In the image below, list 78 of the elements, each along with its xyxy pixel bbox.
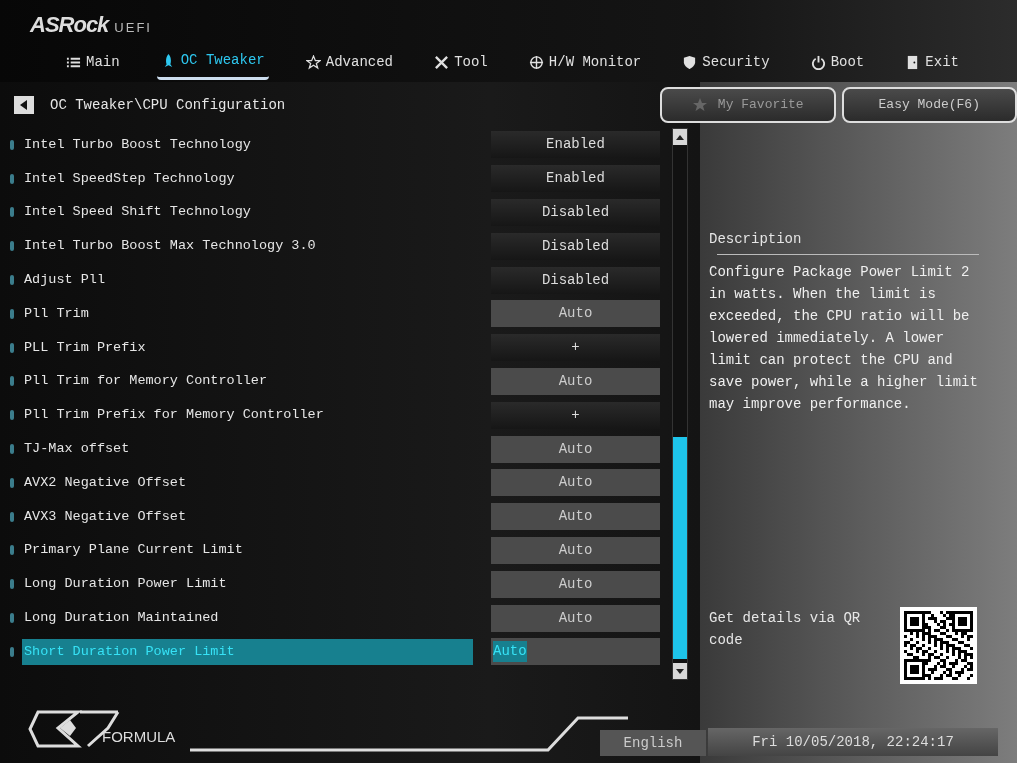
- back-arrow-icon: [20, 100, 28, 110]
- back-button[interactable]: [14, 96, 34, 114]
- language-button[interactable]: English: [600, 730, 706, 756]
- info-marker-icon: [10, 241, 14, 252]
- menu-tab[interactable]: Security: [678, 48, 774, 80]
- info-marker-icon: [10, 342, 14, 353]
- setting-label[interactable]: Intel SpeedStep Technology: [22, 166, 239, 191]
- info-marker-icon: [10, 444, 14, 455]
- menu-tab[interactable]: Advanced: [301, 48, 398, 80]
- setting-label[interactable]: Intel Turbo Boost Technology: [22, 132, 255, 157]
- setting-label[interactable]: Long Duration Maintained: [22, 605, 223, 631]
- setting-label[interactable]: PLL Trim Prefix: [22, 335, 150, 360]
- menu-tab[interactable]: OC Tweaker: [156, 48, 269, 80]
- info-marker-icon: [10, 545, 14, 556]
- info-marker-icon: [10, 173, 14, 184]
- qr-hint: Get details via QR code: [709, 609, 862, 650]
- setting-label[interactable]: Long Duration Power Limit: [22, 572, 231, 597]
- option-selector[interactable]: +: [491, 401, 660, 429]
- setting-label[interactable]: Pll Trim Prefix for Memory Controller: [22, 403, 328, 428]
- info-marker-icon: [10, 477, 14, 488]
- star-icon: [305, 54, 321, 70]
- description-title: Description: [709, 230, 803, 249]
- menu-tab[interactable]: Exit: [901, 48, 963, 80]
- value-field[interactable]: Auto: [491, 367, 660, 395]
- setting-label[interactable]: AVX2 Negative Offset: [22, 470, 191, 495]
- option-selector[interactable]: Disabled: [491, 232, 660, 260]
- header-button[interactable]: My Favorite: [660, 87, 836, 123]
- scroll-up-button[interactable]: [673, 129, 687, 145]
- value-field[interactable]: Auto: [491, 604, 660, 632]
- setting-label[interactable]: TJ-Max offset: [22, 436, 134, 462]
- tools-icon: [434, 54, 450, 70]
- power-icon: [810, 54, 826, 70]
- menu-tab[interactable]: Tool: [430, 48, 492, 80]
- info-marker-icon: [10, 646, 14, 657]
- scrollbar-thumb[interactable]: [673, 437, 687, 659]
- option-selector[interactable]: Disabled: [491, 266, 660, 294]
- crosshair-icon: [528, 54, 544, 70]
- menu-tab[interactable]: Main: [62, 48, 124, 80]
- value-field[interactable]: Auto: [491, 536, 660, 564]
- brand-logo: ASRock: [30, 11, 109, 39]
- option-selector[interactable]: Disabled: [491, 199, 660, 226]
- info-marker-icon: [10, 207, 14, 218]
- menu-tab[interactable]: Boot: [806, 48, 869, 80]
- setting-label[interactable]: Pll Trim: [22, 301, 93, 326]
- menu-tab[interactable]: H/W Monitor: [524, 48, 646, 80]
- breadcrumb-path: OC Tweaker\CPU Configuration: [50, 95, 286, 115]
- value-field[interactable]: Auto: [491, 300, 660, 328]
- option-selector[interactable]: Enabled: [491, 165, 660, 193]
- value-field[interactable]: Auto: [491, 570, 660, 598]
- down-arrow-icon: [676, 668, 684, 674]
- option-selector[interactable]: +: [491, 334, 660, 362]
- info-marker-icon: [10, 511, 14, 522]
- info-marker-icon: [10, 308, 14, 319]
- scrollbar[interactable]: [672, 128, 688, 680]
- value-field[interactable]: Auto: [491, 503, 660, 531]
- uefi-label: UEFI: [114, 19, 152, 37]
- value-field[interactable]: Auto: [491, 435, 660, 463]
- setting-label[interactable]: AVX3 Negative Offset: [22, 504, 191, 529]
- setting-label[interactable]: Pll Trim for Memory Controller: [22, 369, 272, 394]
- value-field[interactable]: Auto: [491, 469, 660, 497]
- info-marker-icon: [10, 410, 14, 421]
- info-marker-icon: [10, 376, 14, 387]
- setting-label[interactable]: Intel Speed Shift Technology: [22, 200, 255, 225]
- info-marker-icon: [10, 579, 14, 590]
- scroll-down-button[interactable]: [673, 663, 687, 679]
- setting-label[interactable]: Adjust Pll: [22, 267, 109, 293]
- date-time: Fri 10/05/2018, 22:24:17: [708, 728, 998, 756]
- description-text: Configure Package Power Limit 2 in watts. When the limit is exceeded, the CPU ratio will be lowered immediately. A lower limit can protect the CPU and save power, while a higher limit may improve performance.: [709, 263, 979, 414]
- star-icon: [691, 97, 708, 113]
- up-arrow-icon: [676, 134, 684, 140]
- info-marker-icon: [10, 139, 14, 150]
- setting-label[interactable]: Intel Turbo Boost Max Technology 3.0: [22, 234, 320, 259]
- header-button[interactable]: Easy Mode(F6): [841, 87, 1017, 123]
- info-marker-icon: [10, 613, 14, 624]
- info-marker-icon: [10, 275, 14, 286]
- shield-icon: [682, 54, 698, 70]
- option-selector[interactable]: Enabled: [491, 131, 660, 159]
- setting-label[interactable]: Primary Plane Current Limit: [22, 538, 247, 563]
